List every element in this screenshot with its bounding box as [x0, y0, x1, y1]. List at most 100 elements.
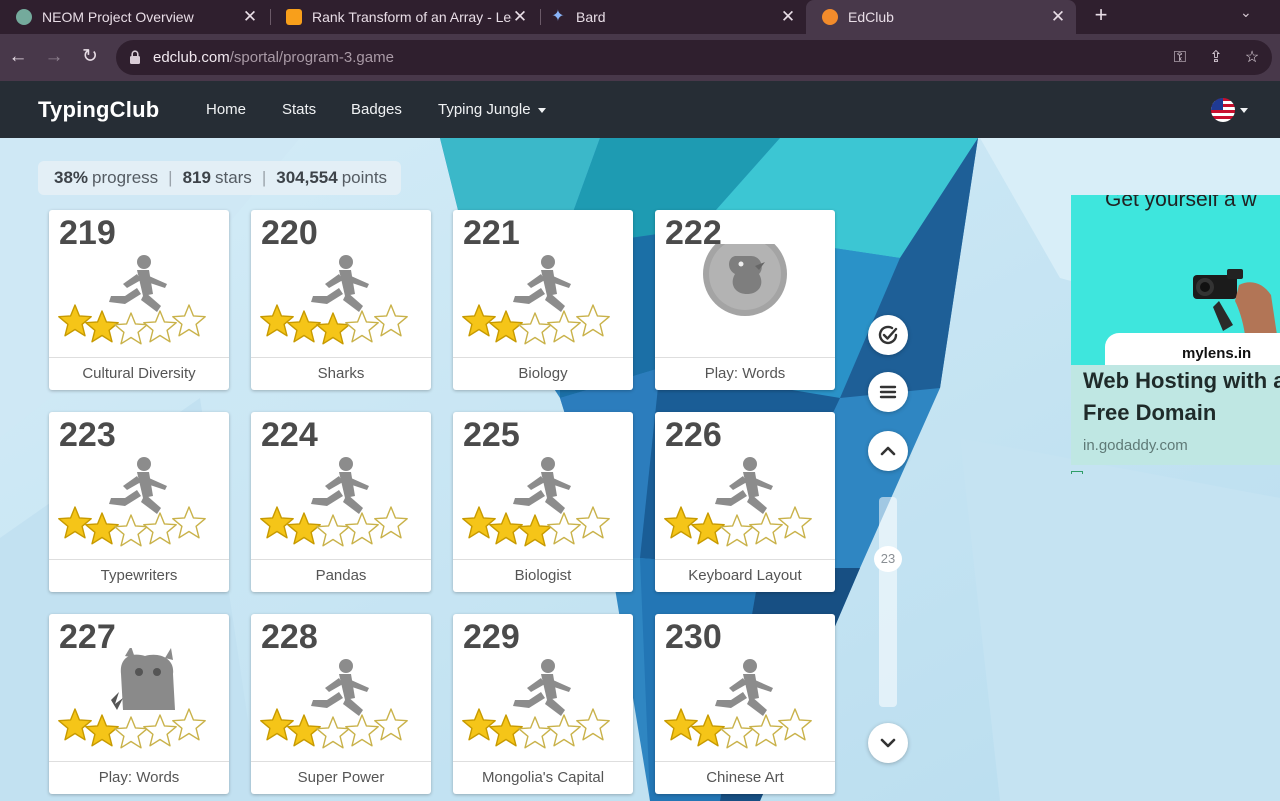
star-empty-icon — [778, 506, 812, 539]
star-empty-icon — [576, 708, 610, 741]
lesson-card[interactable]: 223 Typewriters — [49, 412, 229, 592]
advertisement[interactable]: Get yourself a w mylens.in Web Hosting w… — [1071, 195, 1280, 465]
star-filled-icon — [462, 304, 496, 337]
star-rating — [58, 304, 206, 345]
stars-label: stars — [214, 168, 252, 187]
lesson-card[interactable]: 219 Cultural Diversity — [49, 210, 229, 390]
lesson-card[interactable]: 221 Biology — [453, 210, 633, 390]
scroll-down-button[interactable] — [868, 723, 908, 763]
browser-tab-active[interactable]: EdClub ✕ — [806, 0, 1076, 34]
star-empty-icon — [114, 716, 148, 749]
browser-tab-title: Bard — [576, 9, 606, 25]
star-rating — [58, 708, 206, 749]
star-empty-icon — [749, 714, 783, 747]
browser-tab-strip: NEOM Project Overview ✕ Rank Transform o… — [0, 0, 1280, 34]
star-empty-icon — [316, 514, 350, 547]
typingclub-logo[interactable]: TypingClub — [38, 97, 159, 123]
forward-arrow-icon[interactable]: → — [41, 44, 67, 70]
browser-tab[interactable]: NEOM Project Overview ✕ — [0, 0, 268, 34]
lesson-card[interactable]: 229 Mongolia's Capital — [453, 614, 633, 794]
address-bar[interactable]: edclub.com/sportal/program-3.game ⚿ ⇪ ☆ — [116, 40, 1272, 75]
ad-brand: mylens.in — [1182, 345, 1252, 362]
lesson-title: Keyboard Layout — [655, 559, 835, 592]
menu-button[interactable] — [868, 372, 908, 412]
lesson-card[interactable]: 225 Biologist — [453, 412, 633, 592]
points-label: points — [341, 168, 388, 187]
reload-icon[interactable]: ↻ — [77, 44, 103, 70]
star-empty-icon — [749, 512, 783, 545]
ad-domain[interactable]: in.godaddy.com — [1083, 437, 1188, 454]
scroll-up-button[interactable] — [868, 431, 908, 471]
key-icon[interactable]: ⚿ — [1170, 48, 1190, 68]
bard-sparkle-icon: ✦ — [551, 8, 565, 25]
divider: | — [168, 168, 173, 187]
star-filled-icon — [664, 708, 698, 741]
star-empty-icon — [547, 310, 581, 343]
star-filled-icon — [260, 304, 294, 337]
lesson-scroll-track[interactable] — [879, 497, 897, 707]
url-host: edclub.com — [153, 49, 230, 66]
star-rating — [462, 304, 610, 345]
star-filled-icon — [260, 708, 294, 741]
caret-down-icon — [1240, 107, 1248, 113]
chick-game-icon — [703, 244, 787, 316]
star-filled-icon — [489, 714, 523, 747]
lesson-card[interactable]: 230 Chinese Art — [655, 614, 835, 794]
leetcode-favicon-icon — [286, 9, 302, 25]
close-icon[interactable]: ✕ — [242, 7, 258, 27]
star-empty-icon — [374, 506, 408, 539]
lesson-title: Biology — [453, 357, 633, 390]
star-empty-icon — [345, 512, 379, 545]
lesson-card[interactable]: 228 Super Power — [251, 614, 431, 794]
close-icon[interactable]: ✕ — [512, 7, 528, 27]
close-icon[interactable]: ✕ — [1050, 7, 1066, 27]
nav-home[interactable]: Home — [206, 101, 246, 118]
star-empty-icon — [345, 310, 379, 343]
star-empty-icon — [316, 716, 350, 749]
lesson-card[interactable]: 222 Play: Words — [655, 210, 835, 390]
lesson-title: Pandas — [251, 559, 431, 592]
star-rating — [260, 708, 408, 749]
us-flag-icon[interactable] — [1211, 98, 1235, 122]
hamburger-icon — [879, 385, 897, 399]
star-empty-icon — [345, 714, 379, 747]
chatgpt-favicon-icon — [16, 9, 32, 25]
browser-tab[interactable]: Rank Transform of an Array - Lee ✕ — [270, 0, 538, 34]
close-icon[interactable]: ✕ — [780, 7, 796, 27]
lesson-title: Play: Words — [655, 357, 835, 390]
ad-headline[interactable]: Web Hosting with a Free Domain — [1083, 365, 1280, 429]
tab-search-chevron-icon[interactable]: ⌄ — [1240, 4, 1252, 21]
lesson-title: Mongolia's Capital — [453, 761, 633, 794]
nav-typing-jungle[interactable]: Typing Jungle — [438, 101, 546, 118]
lesson-card[interactable]: 227 Play: Words — [49, 614, 229, 794]
star-empty-icon — [374, 304, 408, 337]
browser-tab-title: NEOM Project Overview — [42, 9, 194, 25]
browser-toolbar: ← → ↻ edclub.com/sportal/program-3.game … — [0, 34, 1280, 81]
lesson-card[interactable]: 224 Pandas — [251, 412, 431, 592]
browser-tab[interactable]: ✦ Bard ✕ — [534, 0, 806, 34]
nav-stats[interactable]: Stats — [282, 101, 316, 118]
star-filled-icon — [518, 514, 552, 547]
language-dropdown[interactable] — [1240, 101, 1248, 118]
ad-choices-marker[interactable] — [1071, 471, 1083, 474]
completed-filter-button[interactable] — [868, 315, 908, 355]
browser-tab-title: Rank Transform of an Array - Lee — [312, 9, 512, 25]
star-rating — [260, 304, 408, 345]
new-tab-plus-icon[interactable]: + — [1090, 2, 1112, 28]
star-rating — [664, 506, 812, 547]
lesson-card[interactable]: 226 Keyboard Layout — [655, 412, 835, 592]
star-empty-icon — [720, 514, 754, 547]
star-filled-icon — [58, 708, 92, 741]
nav-badges[interactable]: Badges — [351, 101, 402, 118]
bookmark-star-icon[interactable]: ☆ — [1242, 48, 1262, 68]
star-rating — [462, 506, 610, 547]
star-filled-icon — [85, 714, 119, 747]
star-filled-icon — [58, 304, 92, 337]
star-empty-icon — [172, 708, 206, 741]
lesson-card[interactable]: 220 Sharks — [251, 210, 431, 390]
star-rating — [58, 506, 206, 547]
scroll-position-indicator[interactable]: 23 — [874, 546, 902, 572]
lesson-title: Sharks — [251, 357, 431, 390]
share-icon[interactable]: ⇪ — [1206, 48, 1226, 68]
back-arrow-icon[interactable]: ← — [5, 44, 31, 70]
